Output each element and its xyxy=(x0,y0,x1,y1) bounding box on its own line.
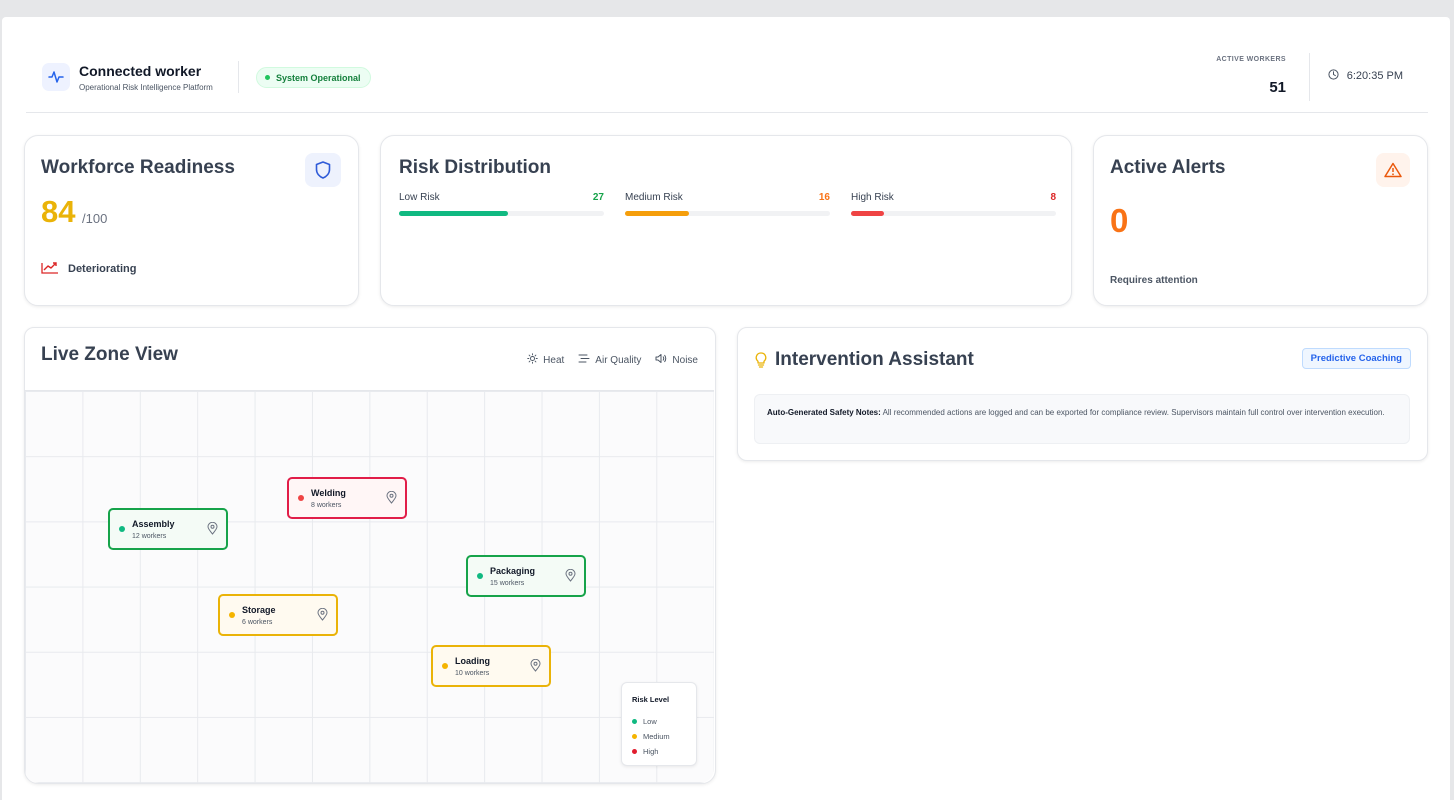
readiness-trend-text: Deteriorating xyxy=(68,262,137,275)
risk-legend-title: Risk Level xyxy=(632,695,670,704)
zone-name: Storage xyxy=(242,605,276,615)
system-status-text: System Operational xyxy=(276,72,361,83)
legend-dot xyxy=(632,734,637,739)
zone-workers: 6 workers xyxy=(242,619,273,626)
readiness-title: Workforce Readiness xyxy=(41,157,235,178)
risk-dot xyxy=(119,526,125,532)
filter-heat-label: Heat xyxy=(543,354,565,366)
legend-label: High xyxy=(643,747,659,756)
app-subtitle: Operational Risk Intelligence Platform xyxy=(79,83,213,92)
volume-icon xyxy=(655,353,667,367)
zone-map: Welding 8 workers Assembly 12 workers Pa… xyxy=(25,390,714,783)
alerts-note: Requires attention xyxy=(1110,275,1198,286)
risk-count: 16 xyxy=(818,192,830,203)
alerts-title: Active Alerts xyxy=(1110,157,1226,178)
intervention-card: Intervention Assistant Predictive Coachi… xyxy=(737,327,1428,461)
legend-dot xyxy=(632,719,637,724)
legend-label: Medium xyxy=(643,732,670,741)
wind-icon xyxy=(578,353,590,367)
readiness-trend: Deteriorating xyxy=(41,260,136,277)
zone-name: Assembly xyxy=(132,519,175,529)
app-title: Connected worker xyxy=(79,63,202,79)
risk-dot xyxy=(477,573,483,579)
risk-distribution-card: Risk Distribution Low Risk 27 Medium Risk 1… xyxy=(380,135,1072,306)
filter-heat[interactable]: Heat xyxy=(527,353,564,367)
map-pin-icon xyxy=(207,521,218,540)
alerts-card: Active Alerts 0 Requires attention xyxy=(1093,135,1428,306)
zone-workers: 10 workers xyxy=(455,670,490,677)
risk-progress-track xyxy=(399,211,604,216)
risk-dot xyxy=(298,495,304,501)
zone-packaging[interactable]: Packaging 15 workers xyxy=(466,555,586,597)
risk-distribution-title: Risk Distribution xyxy=(399,157,552,178)
top-header: Connected worker Operational Risk Intell… xyxy=(26,53,1428,113)
zone-storage[interactable]: Storage 6 workers xyxy=(218,594,338,636)
legend-item-high: High xyxy=(632,747,658,756)
zone-assembly[interactable]: Assembly 12 workers xyxy=(108,508,228,550)
warning-icon xyxy=(1376,153,1410,187)
zone-welding[interactable]: Welding 8 workers xyxy=(287,477,407,519)
map-pin-icon xyxy=(530,658,541,677)
risk-progress-track xyxy=(851,211,1056,216)
alerts-count: 0 xyxy=(1110,202,1129,239)
filter-noise-label: Noise xyxy=(672,354,698,366)
filter-air-quality[interactable]: Air Quality xyxy=(578,353,641,367)
readiness-score-max: /100 xyxy=(82,211,108,226)
legend-item-low: Low xyxy=(632,717,657,726)
clock: 6:20:35 PM xyxy=(1328,69,1403,83)
risk-label: High Risk xyxy=(851,192,894,203)
environment-filters: Heat Air Quality Noise xyxy=(527,353,698,367)
zone-loading[interactable]: Loading 10 workers xyxy=(431,645,551,687)
divider xyxy=(1309,53,1310,101)
safety-notes-label: Auto-Generated Safety Notes: xyxy=(767,408,881,417)
zone-workers: 15 workers xyxy=(490,580,525,587)
risk-progress-fill xyxy=(399,211,508,216)
zone-workers: 8 workers xyxy=(311,502,342,509)
map-pin-icon xyxy=(565,568,576,587)
shield-icon xyxy=(305,153,341,187)
map-pin-icon xyxy=(317,607,328,626)
current-time: 6:20:35 PM xyxy=(1346,70,1403,82)
zone-name: Packaging xyxy=(490,566,536,576)
live-zone-card: Live Zone View Heat Air Quality Noise We… xyxy=(24,327,716,784)
legend-dot xyxy=(632,749,637,754)
map-pin-icon xyxy=(386,490,397,509)
safety-notes: Auto-Generated Safety Notes: All recomme… xyxy=(754,394,1410,444)
readiness-card: Workforce Readiness 84 /100 Deterioratin… xyxy=(24,135,359,306)
risk-progress-fill xyxy=(851,211,884,216)
risk-dot xyxy=(229,612,235,618)
legend-label: Low xyxy=(643,717,657,726)
divider xyxy=(238,61,239,93)
lightbulb-icon xyxy=(755,352,767,373)
risk-label: Medium Risk xyxy=(625,192,683,203)
system-status-badge: System Operational xyxy=(256,67,371,88)
safety-notes-text: All recommended actions are logged and c… xyxy=(880,408,1385,417)
clock-icon xyxy=(1328,69,1339,83)
active-workers-count: 51 xyxy=(1269,79,1286,96)
trending-icon xyxy=(41,260,59,277)
risk-label: Low Risk xyxy=(399,192,440,203)
risk-count: 8 xyxy=(1050,192,1056,203)
readiness-score: 84 xyxy=(41,194,76,229)
risk-count: 27 xyxy=(592,192,604,203)
filter-air-quality-label: Air Quality xyxy=(595,354,642,366)
risk-level-legend: Risk Level Low Medium High xyxy=(621,682,697,766)
activity-icon xyxy=(42,63,70,91)
app-window: Connected worker Operational Risk Intell… xyxy=(2,17,1450,800)
status-dot xyxy=(265,75,270,80)
risk-progress-fill xyxy=(625,211,689,216)
zone-name: Welding xyxy=(311,488,346,498)
zone-workers: 12 workers xyxy=(132,533,167,540)
sun-icon xyxy=(527,353,538,367)
filter-noise[interactable]: Noise xyxy=(655,353,698,367)
zone-name: Loading xyxy=(455,656,490,666)
legend-item-medium: Medium xyxy=(632,732,670,741)
active-workers-label: ACTIVE WORKERS xyxy=(1216,56,1286,63)
predictive-coaching-badge[interactable]: Predictive Coaching xyxy=(1301,348,1411,369)
risk-dot xyxy=(442,663,448,669)
risk-progress-track xyxy=(625,211,830,216)
live-zone-title: Live Zone View xyxy=(41,344,178,365)
intervention-title: Intervention Assistant xyxy=(775,349,974,370)
